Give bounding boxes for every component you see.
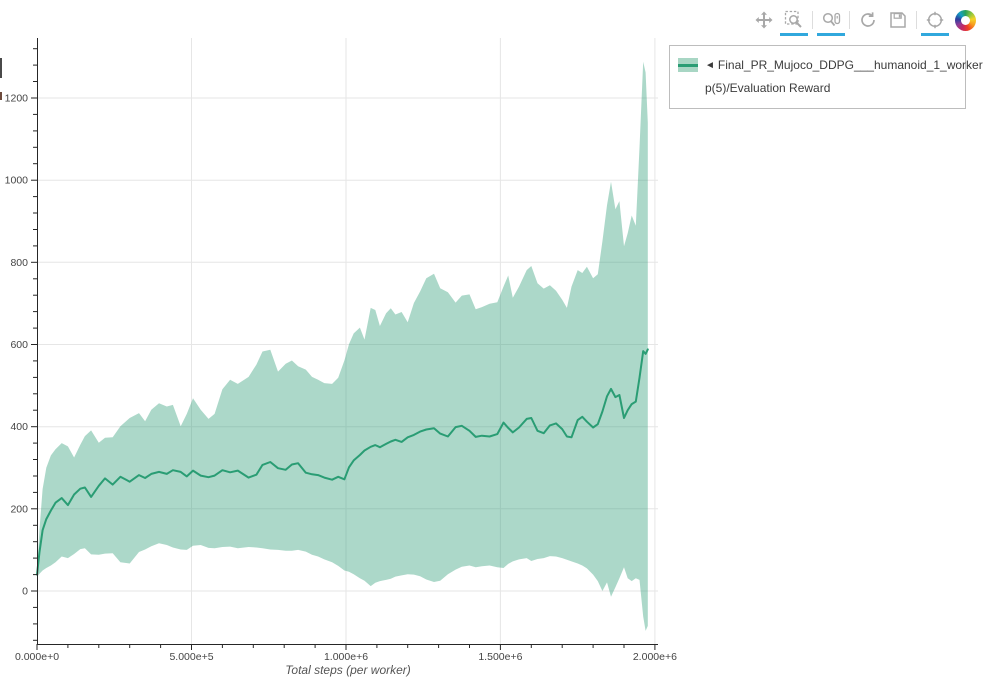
- svg-text:200: 200: [10, 503, 28, 515]
- svg-text:1.500e+6: 1.500e+6: [478, 651, 522, 663]
- legend-marker-icon: ◄: [705, 60, 715, 71]
- toolbar-divider: [916, 11, 917, 29]
- legend-swatch-line: [678, 64, 698, 67]
- svg-text:2.000e+6: 2.000e+6: [633, 651, 677, 663]
- pan-icon: [754, 10, 774, 30]
- toolbar-divider: [849, 11, 850, 29]
- svg-text:1.000e+6: 1.000e+6: [324, 651, 368, 663]
- svg-text:1200: 1200: [5, 93, 29, 105]
- wheel-zoom-tool-button[interactable]: [819, 8, 843, 32]
- svg-text:800: 800: [10, 257, 28, 269]
- wheel-zoom-icon: [821, 10, 841, 30]
- save-icon: [888, 10, 908, 30]
- reset-tool-button[interactable]: [856, 8, 880, 32]
- svg-text:600: 600: [10, 339, 28, 351]
- plot-toolbar: [752, 6, 977, 34]
- pan-tool-button[interactable]: [752, 8, 776, 32]
- svg-text:0: 0: [22, 586, 28, 598]
- bokeh-logo[interactable]: [953, 8, 977, 32]
- legend-swatch-band: [678, 58, 698, 72]
- legend-label: ◄Final_PR_Mujoco_DDPG___humanoid_1_worke…: [705, 54, 983, 99]
- bokeh-figure: 0.000e+0 5.000e+5 1.000e+6 1.500e+6 2.000e+6…: [0, 0, 983, 695]
- reset-icon: [858, 10, 878, 30]
- save-tool-button[interactable]: [886, 8, 910, 32]
- y-axis-title-clipped: [0, 92, 2, 100]
- toolbar-divider: [812, 11, 813, 29]
- svg-text:400: 400: [10, 421, 28, 433]
- box-zoom-icon: [784, 10, 804, 30]
- svg-text:1000: 1000: [5, 175, 29, 187]
- svg-text:5.000e+5: 5.000e+5: [169, 651, 213, 663]
- legend-label-line2: p(5)/Evaluation Reward: [705, 77, 983, 99]
- y-axis-title-clipped: [0, 58, 2, 78]
- x-axis-title: Total steps (per worker): [285, 663, 411, 677]
- crosshair-tool-button[interactable]: [923, 8, 947, 32]
- crosshair-icon: [925, 10, 945, 30]
- std-band: [37, 62, 648, 631]
- svg-text:0.000e+0: 0.000e+0: [15, 651, 59, 663]
- legend[interactable]: ◄Final_PR_Mujoco_DDPG___humanoid_1_worke…: [669, 45, 966, 109]
- bokeh-logo-icon: [955, 10, 976, 31]
- legend-label-line1: Final_PR_Mujoco_DDPG___humanoid_1_worker…: [718, 58, 983, 72]
- box-zoom-tool-button[interactable]: [782, 8, 806, 32]
